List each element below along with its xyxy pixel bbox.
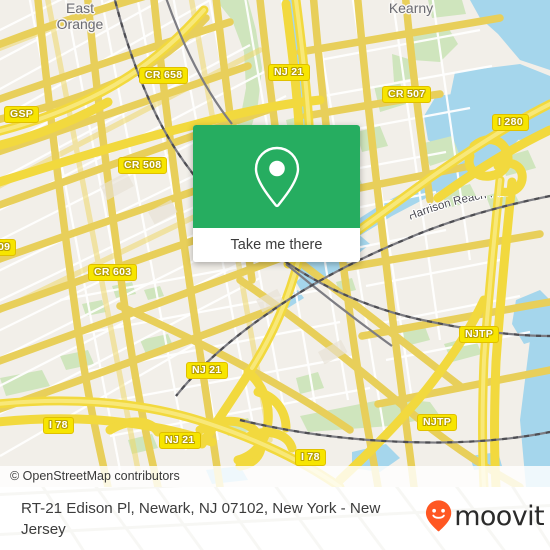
popup-image-placeholder	[193, 125, 360, 228]
take-me-there-label: Take me there	[230, 237, 323, 253]
location-address-text: RT-21 Edison Pl, Newark, NJ 07102, New Y…	[21, 500, 381, 538]
map-popup-card[interactable]: Take me there	[193, 125, 360, 262]
moovit-wordmark: moovit	[454, 500, 544, 532]
place-label-kearny: Kearny	[388, 0, 434, 16]
road-shield-njtp-lower[interactable]: NJTP	[417, 414, 458, 431]
map-canvas[interactable]: Harrison Reach Passaic River East Orange…	[0, 0, 550, 487]
road-shield-i78-east[interactable]: I 78	[295, 449, 326, 466]
road-shield-cr658[interactable]: CR 658	[139, 67, 189, 84]
moovit-brand-logo[interactable]: moovit	[424, 500, 545, 532]
road-shield-i78-west[interactable]: I 78	[43, 417, 74, 434]
moovit-map-screenshot: Harrison Reach Passaic River East Orange…	[0, 0, 550, 550]
popup-action-bar[interactable]: Take me there	[193, 228, 360, 262]
road-shield-nj21-south[interactable]: NJ 21	[159, 432, 201, 449]
place-label-east-orange-line1: East	[65, 0, 94, 16]
road-shield-clipped-09[interactable]: 09	[0, 239, 17, 256]
road-shield-cr507[interactable]: CR 507	[382, 86, 432, 103]
map-attribution[interactable]: © OpenStreetMap contributors	[0, 466, 550, 487]
road-shield-gsp[interactable]: GSP	[4, 106, 40, 123]
place-label-east-orange: East Orange	[28, 0, 132, 32]
road-shield-cr508[interactable]: CR 508	[118, 157, 168, 174]
road-shield-nj21-mid[interactable]: NJ 21	[186, 362, 228, 379]
moovit-pin-smiley-icon	[425, 500, 452, 532]
place-label-east-orange-line2: Orange	[56, 16, 104, 32]
road-shield-cr603[interactable]: CR 603	[88, 264, 138, 281]
road-shield-i280[interactable]: I 280	[492, 114, 529, 131]
road-shield-nj21-north[interactable]: NJ 21	[268, 64, 310, 81]
location-pin-icon	[254, 146, 299, 207]
road-shield-njtp-upper[interactable]: NJTP	[459, 326, 500, 343]
